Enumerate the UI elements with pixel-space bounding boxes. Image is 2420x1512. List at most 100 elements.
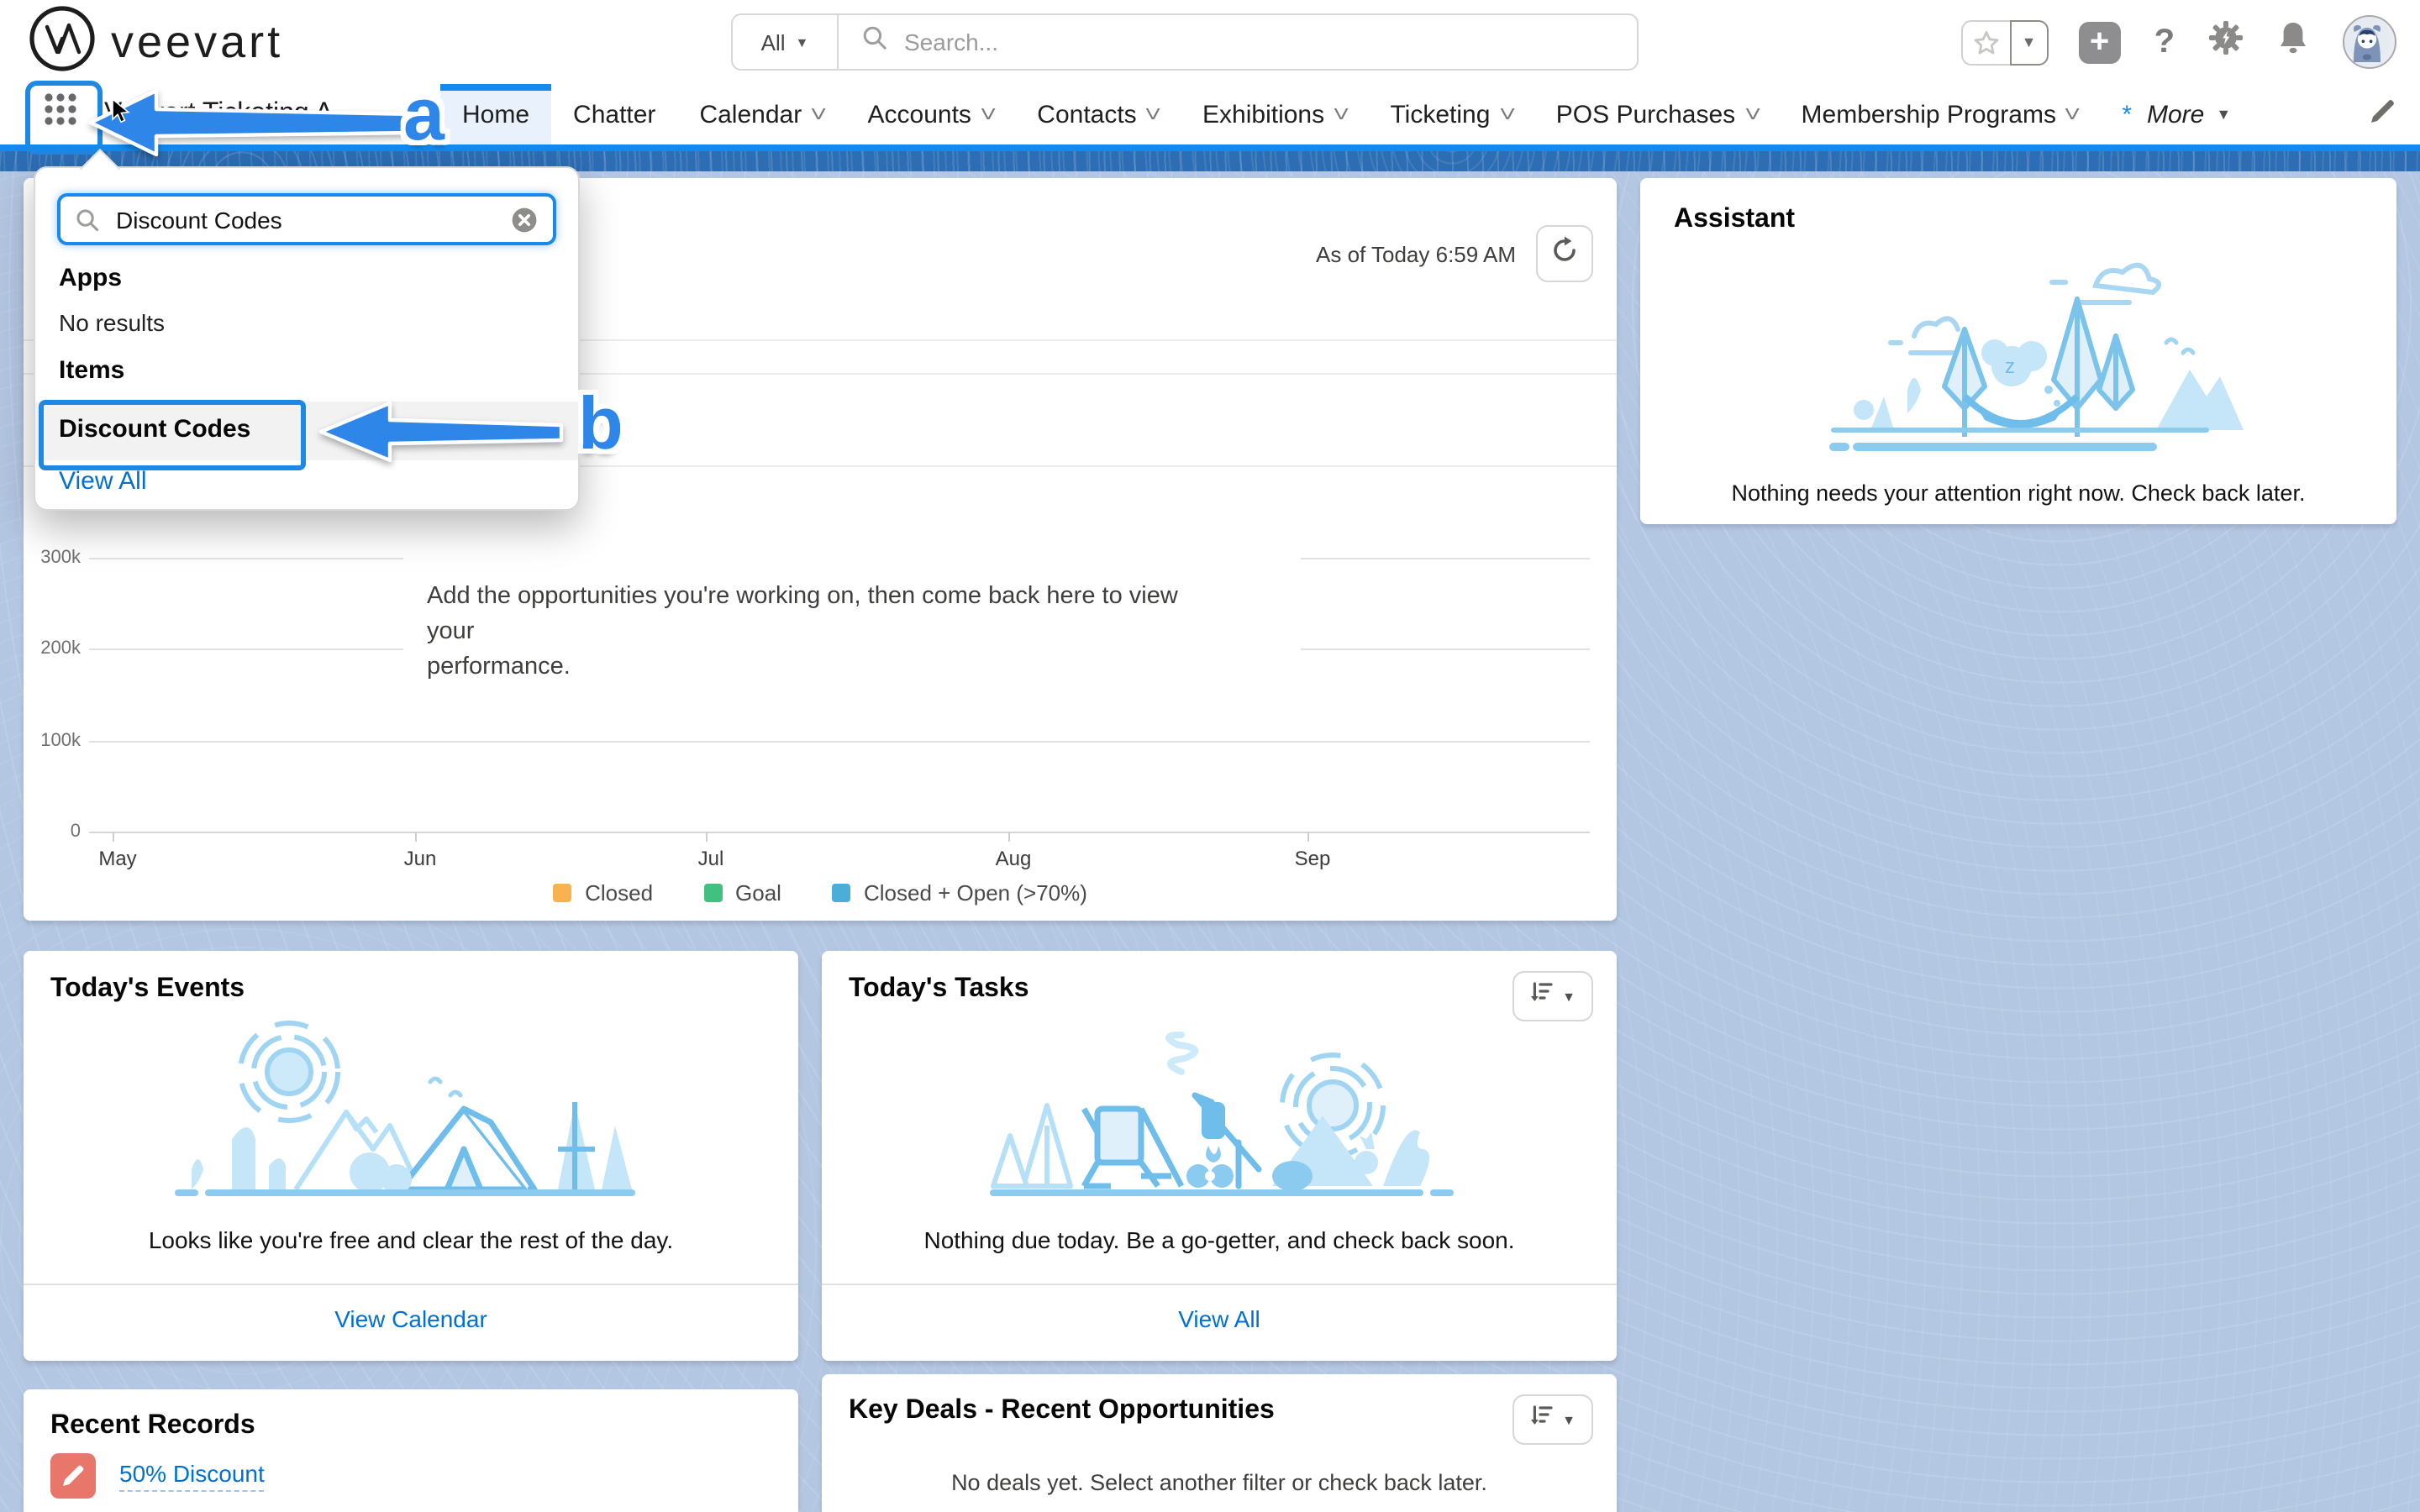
search-icon	[862, 25, 887, 59]
mouse-cursor	[112, 97, 130, 123]
veevart-wordmark: veevart	[111, 16, 284, 66]
tab-label: Accounts	[867, 100, 971, 129]
annotation-box-discount-codes	[39, 400, 306, 470]
chevron-down-icon[interactable]: ᐯ	[1500, 105, 1514, 123]
pencil-icon	[2368, 100, 2396, 133]
tab-more[interactable]: * More ▼	[2100, 84, 2253, 144]
chevron-down-icon[interactable]: ᐯ	[1146, 105, 1160, 123]
recent-record-link[interactable]: 50% Discount	[119, 1460, 265, 1492]
tab-label: POS Purchases	[1555, 100, 1736, 129]
key-deals-empty-message: No deals yet. Select another filter or c…	[951, 1470, 1487, 1495]
annotation-letter-b: b	[578, 383, 623, 465]
empty-message-line: Add the opportunities you're working on,…	[427, 583, 1178, 645]
quick-create-button[interactable]: +	[2078, 21, 2121, 63]
events-empty-message: Looks like you're free and clear the res…	[148, 1226, 674, 1253]
legend-item-goal: Goal	[703, 880, 781, 906]
tab-label: Chatter	[573, 100, 656, 129]
tab-accounts[interactable]: Accounts ᐯ	[846, 84, 1016, 144]
x-axis-tick-label: May	[98, 847, 137, 870]
view-calendar-link[interactable]: View Calendar	[24, 1305, 798, 1332]
tasks-title: Today's Tasks	[849, 974, 1029, 1003]
gridline	[89, 648, 403, 650]
search-input[interactable]: Search...	[839, 15, 1637, 69]
tab-label: Home	[462, 100, 530, 129]
as-of-timestamp: As of Today 6:59 AM	[1316, 241, 1516, 266]
recent-record-row: 50% Discount	[50, 1453, 265, 1499]
tab-label: More	[2147, 100, 2205, 129]
tab-contacts[interactable]: Contacts ᐯ	[1015, 84, 1181, 144]
bell-icon	[2277, 20, 2309, 64]
chevron-down-icon[interactable]: ᐯ	[812, 105, 826, 123]
help-button[interactable]: ?	[2154, 23, 2175, 61]
recent-records-card: Recent Records 50% Discount	[24, 1389, 798, 1512]
tab-home[interactable]: Home	[440, 84, 552, 144]
user-avatar[interactable]	[2343, 15, 2396, 69]
asterisk-marker: *	[2122, 100, 2132, 129]
setup-button[interactable]	[2208, 20, 2244, 64]
chevron-down-icon[interactable]: ᐯ	[1745, 105, 1760, 123]
favorite-star-button[interactable]	[1960, 19, 2010, 65]
items-section-header: Items	[59, 356, 125, 385]
app-launcher-search-input[interactable]: Discount Codes	[57, 193, 556, 245]
gear-icon	[2208, 20, 2244, 64]
apps-no-results: No results	[59, 309, 166, 336]
tab-chatter[interactable]: Chatter	[551, 84, 677, 144]
legend-label: Closed	[585, 880, 654, 906]
x-axis-tick-label: Aug	[995, 847, 1032, 870]
favorites-menu-button[interactable]: ▼	[2009, 19, 2049, 65]
events-title: Today's Events	[50, 974, 245, 1003]
annotation-arrow-a	[89, 88, 418, 157]
veevart-logo-icon	[27, 3, 97, 81]
tasks-empty-message: Nothing due today. Be a go-getter, and c…	[923, 1226, 1515, 1253]
legend-item-closed-open: Closed + Open (>70%)	[831, 880, 1087, 906]
refresh-icon	[1549, 234, 1580, 273]
annotation-arrow-b	[319, 401, 564, 463]
chart-empty-message: Add the opportunities you're working on,…	[427, 580, 1230, 685]
tab-label: Membership Programs	[1801, 100, 2056, 129]
sort-icon	[1530, 1404, 1552, 1435]
key-deals-settings-button[interactable]: ▼	[1512, 1394, 1593, 1445]
axis-tick	[113, 832, 114, 842]
divider	[24, 1284, 798, 1285]
tab-pos-purchases[interactable]: POS Purchases ᐯ	[1534, 84, 1780, 144]
chevron-down-icon[interactable]: ᐯ	[2066, 105, 2081, 123]
view-all-link[interactable]: View All	[822, 1305, 1617, 1332]
chevron-down-icon[interactable]: ᐯ	[1334, 105, 1349, 123]
todays-tasks-card: Today's Tasks ▼ Nothing due today. Be a …	[822, 951, 1617, 1361]
tab-calendar[interactable]: Calendar ᐯ	[677, 84, 845, 144]
y-axis-tick-label: 300k	[40, 548, 81, 568]
hammock-illustration: z	[1766, 249, 2270, 475]
edit-navigation-button[interactable]	[2368, 97, 2396, 134]
notifications-button[interactable]	[2277, 20, 2309, 64]
tab-exhibitions[interactable]: Exhibitions ᐯ	[1181, 84, 1368, 144]
campfire-illustration	[822, 1008, 1617, 1220]
app-launcher-search-value: Discount Codes	[116, 206, 282, 233]
search-scope-value: All	[760, 29, 786, 55]
sort-icon	[1530, 981, 1552, 1011]
tab-ticketing[interactable]: Ticketing ᐯ	[1368, 84, 1534, 144]
axis-tick	[1307, 832, 1309, 842]
chevron-down-icon[interactable]: ▼	[2216, 106, 2231, 123]
assistant-message: Nothing needs your attention right now. …	[1731, 480, 2306, 506]
y-axis-tick-label: 100k	[40, 731, 81, 751]
view-all-link[interactable]: View All	[59, 467, 147, 496]
tab-membership-programs[interactable]: Membership Programs ᐯ	[1780, 84, 2101, 144]
utility-icons: ▼ + ?	[1960, 0, 2420, 84]
legend-item-closed: Closed	[553, 880, 653, 906]
veevart-logo: veevart	[27, 5, 284, 77]
gridline	[1301, 648, 1590, 650]
assistant-title: Assistant	[1674, 205, 1796, 234]
chart-legend: Closed Goal Closed + Open (>70%)	[24, 880, 1617, 906]
key-deals-title: Key Deals - Recent Opportunities	[849, 1396, 1275, 1425]
chevron-down-icon[interactable]: ᐯ	[981, 105, 995, 123]
legend-swatch	[703, 884, 723, 902]
clear-search-button[interactable]	[511, 206, 538, 233]
y-axis-tick-label: 200k	[40, 638, 81, 659]
refresh-button[interactable]	[1536, 225, 1593, 282]
chevron-down-icon: ▼	[2021, 34, 2037, 50]
chevron-down-icon: ▼	[1562, 989, 1576, 1004]
tab-label: Ticketing	[1390, 100, 1491, 129]
chevron-down-icon: ▼	[795, 34, 809, 50]
search-scope-dropdown[interactable]: All ▼	[733, 15, 839, 69]
favorites-split-button: ▼	[1960, 19, 2049, 65]
